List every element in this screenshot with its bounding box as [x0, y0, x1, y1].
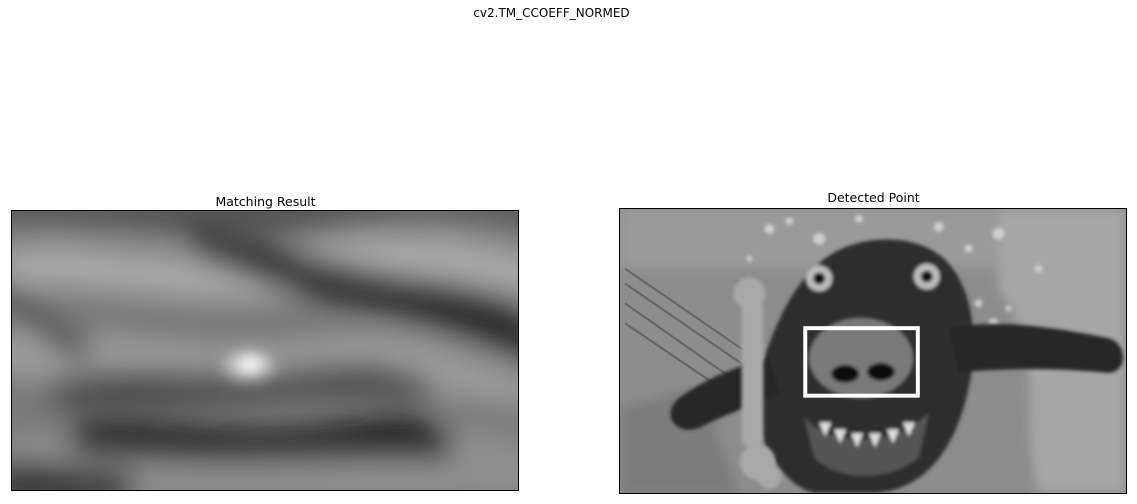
matching-result-image [11, 210, 519, 491]
correlation-heatmap [12, 211, 518, 490]
dog-photo [620, 209, 1126, 493]
detected-point-title: Detected Point [827, 190, 920, 205]
figure-title: cv2.TM_CCOEFF_NORMED [473, 6, 630, 20]
detected-point-image [619, 208, 1127, 494]
matching-result-title: Matching Result [215, 194, 316, 209]
